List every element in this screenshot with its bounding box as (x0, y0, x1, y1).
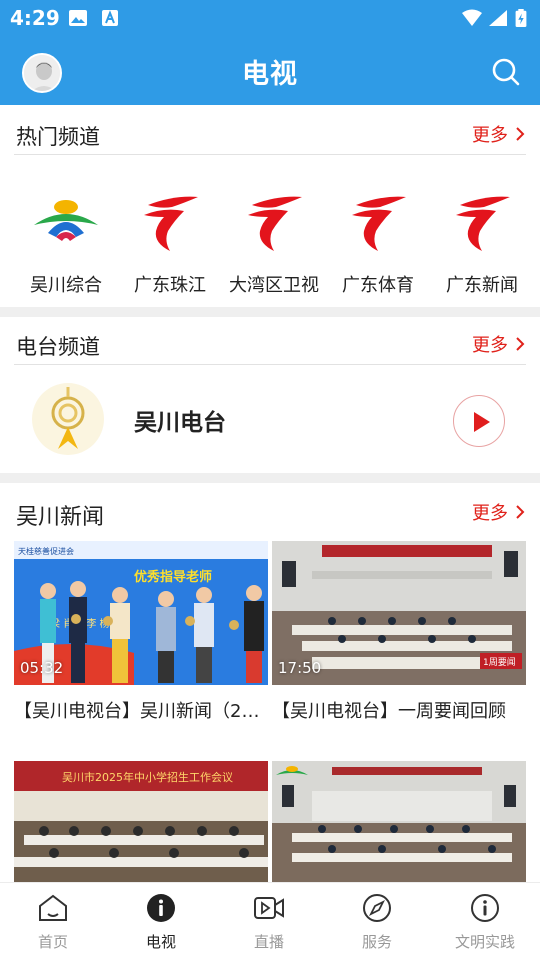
page-title: 电视 (242, 59, 298, 90)
wifi-icon (462, 9, 482, 26)
channel-gd-sports[interactable]: 广东体育 (326, 191, 430, 297)
tab-home[interactable]: 首页 (3, 893, 103, 952)
wuchuan-tv-logo-icon (34, 200, 98, 241)
channel-gd-zhujiang[interactable]: 广东珠江 (118, 191, 222, 297)
video-duration: 05:32 (20, 659, 64, 677)
hot-channels-title: 热门频道 (16, 125, 100, 149)
play-icon (474, 412, 490, 432)
news-more-link[interactable]: 更多 (472, 499, 526, 525)
hot-channels-section: 热门频道 更多 吴川综合 广东珠江 大湾区卫视 广东体育 广东新闻 (0, 105, 540, 307)
image-notification-icon (69, 10, 87, 26)
tab-label: 直播 (253, 933, 284, 951)
gdtv-logo-icon (144, 196, 198, 251)
app-header: 4:29 电视 (0, 0, 540, 105)
info-icon (471, 894, 499, 922)
news-thumbnail (272, 761, 526, 883)
news-title: 吴川新闻 (16, 505, 105, 530)
channel-label: 广东体育 (342, 275, 414, 296)
channel-wuchuan-zonghe[interactable]: 吴川综合 (14, 191, 118, 297)
battery-icon (515, 9, 527, 27)
radio-station-logo (32, 383, 104, 455)
tab-civilization-practice[interactable]: 文明实践 (435, 893, 535, 952)
home-icon (39, 894, 67, 921)
news-item[interactable] (272, 761, 526, 883)
divider (14, 154, 526, 155)
hot-channel-list: 吴川综合 广东珠江 大湾区卫视 广东体育 广东新闻 (0, 191, 540, 301)
gdtv-logo-icon (248, 196, 302, 251)
info-icon (147, 894, 175, 922)
news-item-title: 【吴川电视台】吴川新闻（2025年 (14, 701, 268, 722)
status-bar: 4:29 (0, 0, 540, 36)
news-item[interactable]: 1周要闻 17:50 【吴川电视台】一周要闻回顾 (272, 541, 526, 723)
search-icon[interactable] (490, 56, 522, 88)
divider (14, 364, 526, 365)
channel-label: 大湾区卫视 (229, 275, 319, 296)
news-thumbnail: 天桂慈善促进会 优秀指导老师 梁 肖杏 李 杨 华 05:32 (14, 541, 268, 685)
news-item[interactable]: 天桂慈善促进会 优秀指导老师 梁 肖杏 李 杨 华 05:32 【吴川电视台】吴… (14, 541, 268, 723)
cellular-signal-icon (489, 10, 507, 26)
compass-icon (363, 894, 391, 922)
status-time: 4:29 (10, 6, 60, 30)
chevron-right-icon (516, 337, 525, 351)
tab-services[interactable]: 服务 (327, 893, 427, 952)
video-duration: 17:50 (278, 659, 322, 677)
radio-logo-icon (51, 387, 85, 449)
tab-live[interactable]: 直播 (219, 893, 319, 952)
news-thumbnail: 吴川市2025年中小学招生工作会议 (14, 761, 268, 883)
chevron-right-icon (516, 127, 525, 141)
font-notification-icon (102, 10, 118, 26)
news-item-title: 【吴川电视台】一周要闻回顾 (272, 701, 506, 722)
tab-label: 文明实践 (454, 933, 515, 951)
radio-play-button[interactable] (453, 395, 505, 447)
hot-channels-more-link[interactable]: 更多 (472, 121, 526, 147)
gdtv-logo-icon (456, 196, 510, 251)
bottom-tab-bar: 首页 电视 直播 服务 文明实践 (0, 882, 540, 960)
news-thumbnail: 1周要闻 17:50 (272, 541, 526, 685)
radio-station-name[interactable]: 吴川电台 (134, 403, 226, 437)
conference-hall-image (272, 761, 526, 883)
video-camera-icon (254, 897, 284, 919)
news-item[interactable]: 吴川市2025年中小学招生工作会议 (14, 761, 268, 883)
channel-label: 吴川综合 (30, 275, 102, 296)
channel-label: 广东新闻 (446, 275, 518, 296)
thumb-banner-text: 吴川市2025年中小学招生工作会议 (62, 770, 233, 784)
radio-title: 电台频道 (16, 335, 100, 359)
radio-section: 电台频道 更多 吴川电台 (0, 317, 540, 473)
chevron-right-icon (516, 505, 525, 519)
thumb-org-text: 天桂慈善促进会 (18, 546, 74, 556)
tab-label: 服务 (361, 933, 392, 951)
more-label: 更多 (472, 503, 508, 524)
school-meeting-image: 吴川市2025年中小学招生工作会议 (14, 761, 268, 883)
news-section: 吴川新闻 更多 天桂慈善促进会 优秀指导老师 梁 肖杏 李 杨 华 (0, 483, 540, 883)
more-label: 更多 (472, 125, 508, 146)
tab-tv[interactable]: 电视 (111, 893, 211, 952)
channel-gd-news[interactable]: 广东新闻 (430, 191, 534, 297)
channel-greater-bay-area[interactable]: 大湾区卫视 (222, 191, 326, 297)
tab-label: 电视 (145, 933, 176, 951)
channel-label: 广东珠江 (134, 275, 206, 296)
thumb-banner-text: 优秀指导老师 (134, 569, 212, 585)
more-label: 更多 (472, 335, 508, 356)
thumb-tag-text: 1周要闻 (483, 657, 516, 668)
tab-label: 首页 (37, 933, 68, 951)
gdtv-logo-icon (352, 196, 406, 251)
radio-more-link[interactable]: 更多 (472, 331, 526, 357)
